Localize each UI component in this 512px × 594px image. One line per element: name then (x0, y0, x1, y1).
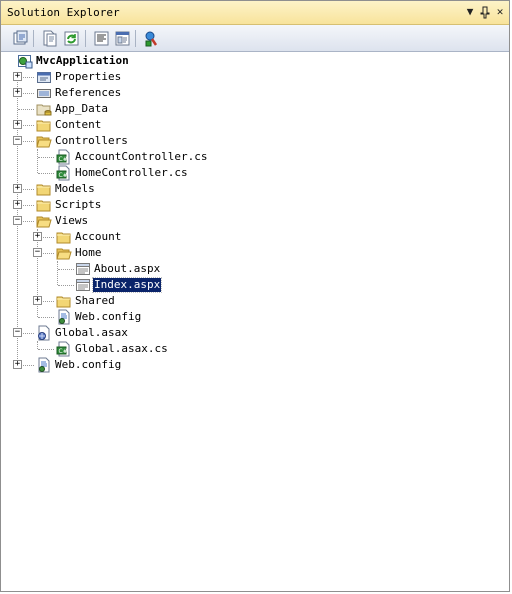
auto-hide-pin-icon[interactable] (478, 5, 492, 19)
show-all-files-icon[interactable] (41, 30, 58, 47)
tree-item-label-selected: Index.aspx (91, 277, 163, 293)
window-position-dropdown-icon[interactable]: ▼ (463, 5, 477, 19)
tree-connector (38, 173, 54, 174)
tree-item-label: AccountController.cs (75, 150, 208, 163)
tree-item-label: Properties (55, 70, 122, 83)
tree-item-label: Web.config (75, 310, 142, 323)
tree-connector (58, 285, 74, 286)
tree-item-label: About.aspx (94, 262, 161, 275)
folder-open-icon (56, 245, 72, 261)
expand-icon[interactable]: + (33, 232, 42, 241)
folder-open-icon (36, 213, 52, 229)
tree-item-content[interactable]: + Content (1, 117, 421, 133)
tree-item-project[interactable]: MvcApplication (1, 53, 421, 69)
folder-icon (56, 293, 72, 309)
tree-item-app-data[interactable]: App_Data (1, 101, 421, 117)
tree-item-views-web-config[interactable]: Web.config (1, 309, 421, 325)
tree-item-account-folder[interactable]: + Account (1, 229, 421, 245)
tree-item-global-asax-cs[interactable]: Global.asax.cs (1, 341, 421, 357)
expand-icon[interactable]: + (13, 360, 22, 369)
tree-item-home-controller[interactable]: HomeController.cs (1, 165, 421, 181)
csharp-file-icon (56, 341, 72, 357)
toolbar (1, 25, 509, 52)
folder-icon (56, 229, 72, 245)
view-code-icon[interactable] (93, 30, 110, 47)
toolbar-separator (85, 30, 86, 47)
tree-item-shared-folder[interactable]: + Shared (1, 293, 421, 309)
folder-icon (36, 197, 52, 213)
tree-item-references[interactable]: + References (1, 85, 421, 101)
expand-icon[interactable]: + (13, 120, 22, 129)
collapse-icon[interactable]: − (13, 136, 22, 145)
tree-connector (58, 269, 74, 270)
tree-item-label: App_Data (55, 102, 108, 115)
tree-item-label: Home (75, 246, 102, 259)
tree-item-about-aspx[interactable]: About.aspx (1, 261, 421, 277)
tree-item-label: Global.asax (55, 326, 128, 339)
expand-icon[interactable]: + (13, 88, 22, 97)
csharp-file-icon (56, 165, 72, 181)
copy-website-icon[interactable] (143, 30, 160, 47)
expand-icon[interactable]: + (33, 296, 42, 305)
toolbar-separator (135, 30, 136, 47)
properties-icon[interactable] (12, 30, 29, 47)
tree-item-label: Account (75, 230, 122, 243)
tree-item-label: Global.asax.cs (75, 342, 168, 355)
tree-item-label: HomeController.cs (75, 166, 188, 179)
folder-icon (36, 181, 52, 197)
collapse-icon[interactable]: − (13, 216, 22, 225)
tree-item-label: Shared (75, 294, 115, 307)
tree-item-label: MvcApplication (36, 54, 129, 67)
tree-connector (18, 109, 34, 110)
expand-icon[interactable]: + (13, 184, 22, 193)
window-title: Solution Explorer (7, 6, 120, 19)
close-icon[interactable]: ✕ (493, 5, 507, 19)
aspx-file-icon (75, 277, 91, 293)
tree-item-label: Scripts (55, 198, 102, 211)
view-designer-icon[interactable] (114, 30, 131, 47)
tree-item-web-config[interactable]: + Web.config (1, 357, 421, 373)
folder-icon (36, 117, 52, 133)
tree-item-label: Models (55, 182, 95, 195)
tree-item-scripts[interactable]: + Scripts (1, 197, 421, 213)
tree-item-label: Content (55, 118, 102, 131)
tree-item-label: References (55, 86, 122, 99)
tree-item-label: Web.config (55, 358, 122, 371)
tree-connector (38, 317, 54, 318)
solution-explorer-window: Solution Explorer ▼ ✕ MvcApplication + P… (0, 0, 510, 592)
config-file-icon (56, 309, 72, 325)
tree-connector (38, 349, 54, 350)
expand-icon[interactable]: + (13, 72, 22, 81)
solution-tree: MvcApplication + Properties + References… (1, 52, 509, 591)
tree-item-controllers[interactable]: − Controllers (1, 133, 421, 149)
expand-icon[interactable]: + (13, 200, 22, 209)
tree-connector (38, 157, 54, 158)
web-project-icon (17, 53, 33, 69)
aspx-file-icon (75, 261, 91, 277)
refresh-icon[interactable] (63, 30, 80, 47)
tree-item-models[interactable]: + Models (1, 181, 421, 197)
tree-item-views[interactable]: − Views (1, 213, 421, 229)
folder-open-icon (36, 133, 52, 149)
tree-item-label: Controllers (55, 134, 128, 147)
references-icon (36, 85, 52, 101)
toolbar-separator (33, 30, 34, 47)
csharp-file-icon (56, 149, 72, 165)
collapse-icon[interactable]: − (33, 248, 42, 257)
tree-item-label: Views (55, 214, 89, 227)
properties-folder-icon (36, 69, 52, 85)
global-asax-icon (36, 325, 52, 341)
tree-item-index-aspx[interactable]: Index.aspx (1, 277, 421, 293)
tree-item-account-controller[interactable]: AccountController.cs (1, 149, 421, 165)
tree-item-home-folder[interactable]: − Home (1, 245, 421, 261)
app-data-folder-icon (36, 101, 52, 117)
tree-item-global-asax[interactable]: − Global.asax (1, 325, 421, 341)
collapse-icon[interactable]: − (13, 328, 22, 337)
tree-item-properties[interactable]: + Properties (1, 69, 421, 85)
title-bar[interactable]: Solution Explorer ▼ ✕ (1, 1, 509, 25)
config-file-icon (36, 357, 52, 373)
